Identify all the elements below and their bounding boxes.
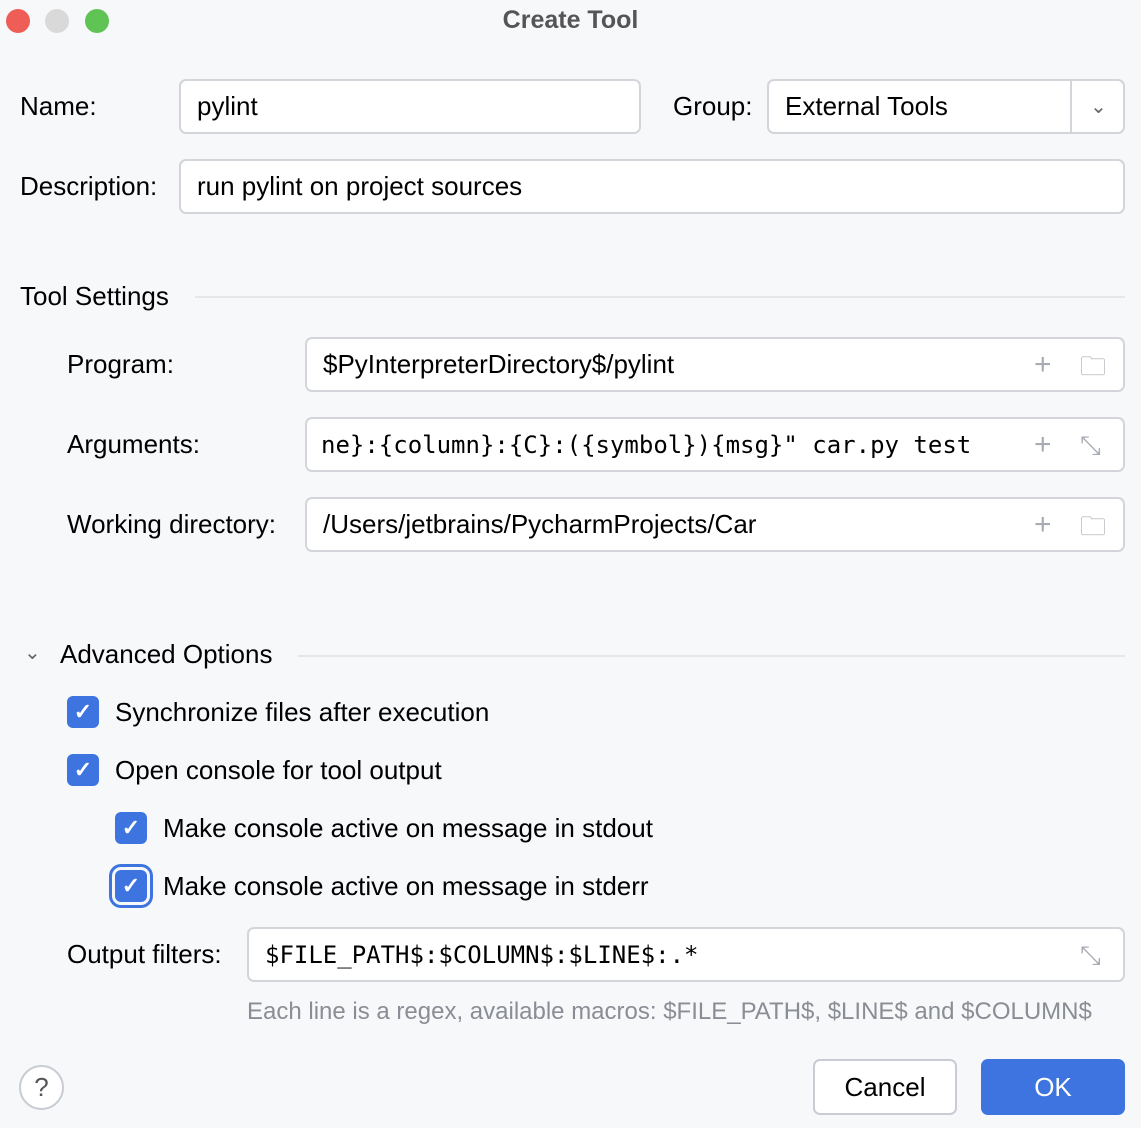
divider <box>195 296 1125 298</box>
description-label: Description: <box>20 171 157 201</box>
chevron-down-icon[interactable]: ⌄ <box>24 640 41 665</box>
ok-button[interactable]: OK <box>981 1059 1125 1115</box>
checkbox-active-stdout[interactable]: ✓ <box>115 812 147 844</box>
advanced-options-heading[interactable]: Advanced Options <box>60 639 272 669</box>
checkbox-open-console[interactable]: ✓ <box>67 754 99 786</box>
plus-icon[interactable]: + <box>1034 350 1052 380</box>
tool-settings-heading: Tool Settings <box>20 281 169 311</box>
arguments-label: Arguments: <box>67 429 200 459</box>
chevron-down-icon: ⌄ <box>1070 81 1125 132</box>
name-label: Name: <box>20 91 97 121</box>
working-directory-label: Working directory: <box>67 509 276 539</box>
program-value: $PyInterpreterDirectory$/pylint <box>323 349 674 380</box>
group-select[interactable]: External Tools ⌄ <box>767 79 1125 134</box>
cancel-button[interactable]: Cancel <box>813 1059 957 1115</box>
output-filters-input[interactable]: $FILE_PATH$:$COLUMN$:$LINE$:.* <box>247 927 1125 982</box>
arguments-input[interactable]: ne}:{column}:{C}:({symbol}){msg}" car.py… <box>305 417 1125 472</box>
program-input[interactable]: $PyInterpreterDirectory$/pylint <box>305 337 1125 392</box>
plus-icon[interactable]: + <box>1034 430 1052 460</box>
checkbox-synchronize-files[interactable]: ✓ <box>67 696 99 728</box>
working-directory-value: /Users/jetbrains/PycharmProjects/Car <box>323 509 756 540</box>
arguments-value: ne}:{column}:{C}:({symbol}){msg}" car.py… <box>321 431 971 459</box>
divider <box>298 655 1125 657</box>
name-input[interactable]: pylint <box>179 79 641 134</box>
output-filters-label: Output filters: <box>67 939 222 969</box>
description-input[interactable]: run pylint on project sources <box>179 159 1125 214</box>
help-button[interactable]: ? <box>19 1065 64 1110</box>
program-label: Program: <box>67 349 174 379</box>
output-filters-hint: Each line is a regex, available macros: … <box>247 997 1092 1027</box>
expand-icon[interactable]: ⤡ <box>1080 940 1101 970</box>
option-label: Make console active on message in stderr <box>163 871 649 901</box>
option-label: Make console active on message in stdout <box>163 813 653 843</box>
window-title: Create Tool <box>0 6 1141 35</box>
option-label: Open console for tool output <box>115 755 442 785</box>
folder-icon[interactable]: 🗀 <box>1080 351 1106 381</box>
folder-icon[interactable]: 🗀 <box>1080 511 1106 541</box>
group-value: External Tools <box>785 91 948 122</box>
checkbox-active-stderr[interactable]: ✓ <box>115 870 147 902</box>
output-filters-value: $FILE_PATH$:$COLUMN$:$LINE$:.* <box>265 941 698 969</box>
expand-icon[interactable]: ⤡ <box>1080 430 1101 460</box>
option-label: Synchronize files after execution <box>115 697 489 727</box>
working-directory-input[interactable]: /Users/jetbrains/PycharmProjects/Car <box>305 497 1125 552</box>
plus-icon[interactable]: + <box>1034 510 1052 540</box>
group-label: Group: <box>673 91 753 121</box>
